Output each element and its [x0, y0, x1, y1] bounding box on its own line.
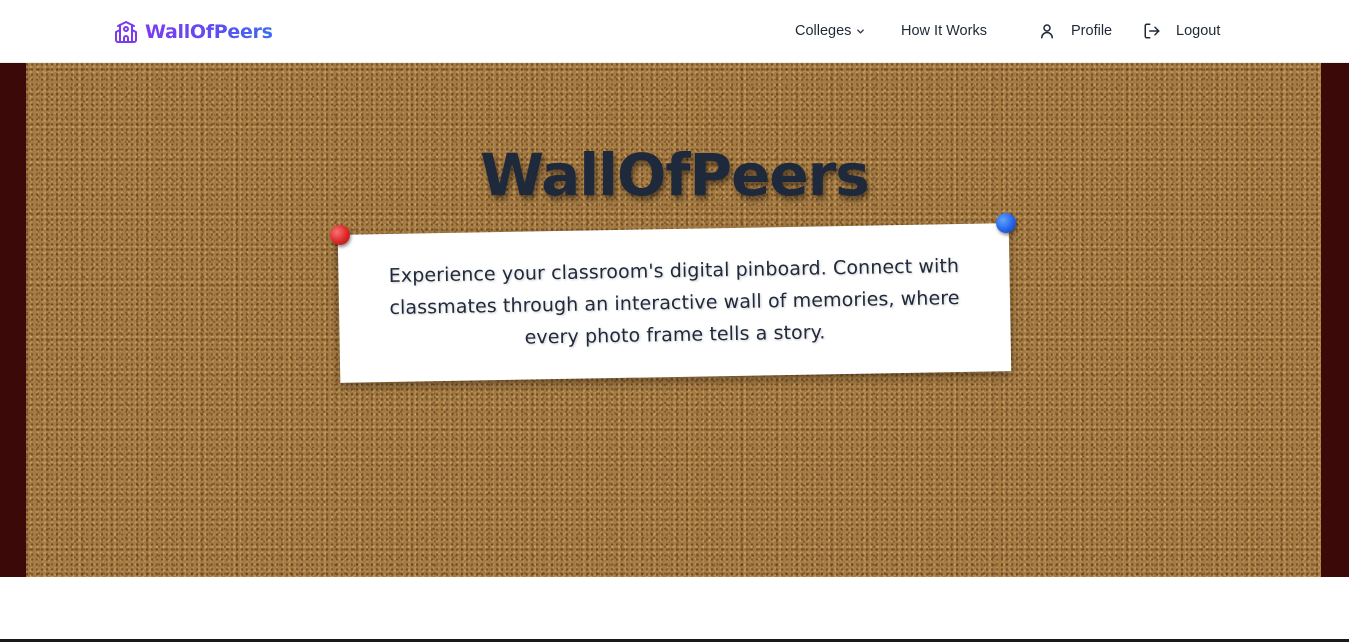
logout-button[interactable]: Logout [1143, 20, 1220, 42]
how-it-works-label: How It Works [901, 23, 987, 39]
colleges-dropdown[interactable]: Colleges [795, 20, 865, 42]
pinned-note-card: Experience your classroom's digital pinb… [337, 223, 1012, 383]
user-icon [1041, 24, 1053, 39]
red-pushpin-icon [330, 225, 350, 245]
chevron-down-icon [857, 28, 865, 34]
profile-label: Profile [1071, 23, 1113, 39]
blue-pushpin-icon [996, 213, 1016, 233]
how-it-works-link[interactable]: How It Works [901, 20, 987, 42]
logout-icon [1144, 23, 1160, 39]
logout-label: Logout [1176, 23, 1221, 39]
hero-title: WallOfPeers [480, 141, 870, 209]
colleges-label: Colleges [795, 23, 852, 39]
school-building-icon [115, 21, 137, 43]
brand-logo-link[interactable]: WallOfPeers [114, 18, 273, 46]
brand-name: WallOfPeers [145, 21, 273, 43]
top-navbar: WallOfPeers Colleges How It Works Profil… [0, 0, 1349, 63]
hero-tagline: Experience your classroom's digital pinb… [388, 255, 960, 349]
profile-link[interactable]: Profile [1038, 20, 1112, 42]
